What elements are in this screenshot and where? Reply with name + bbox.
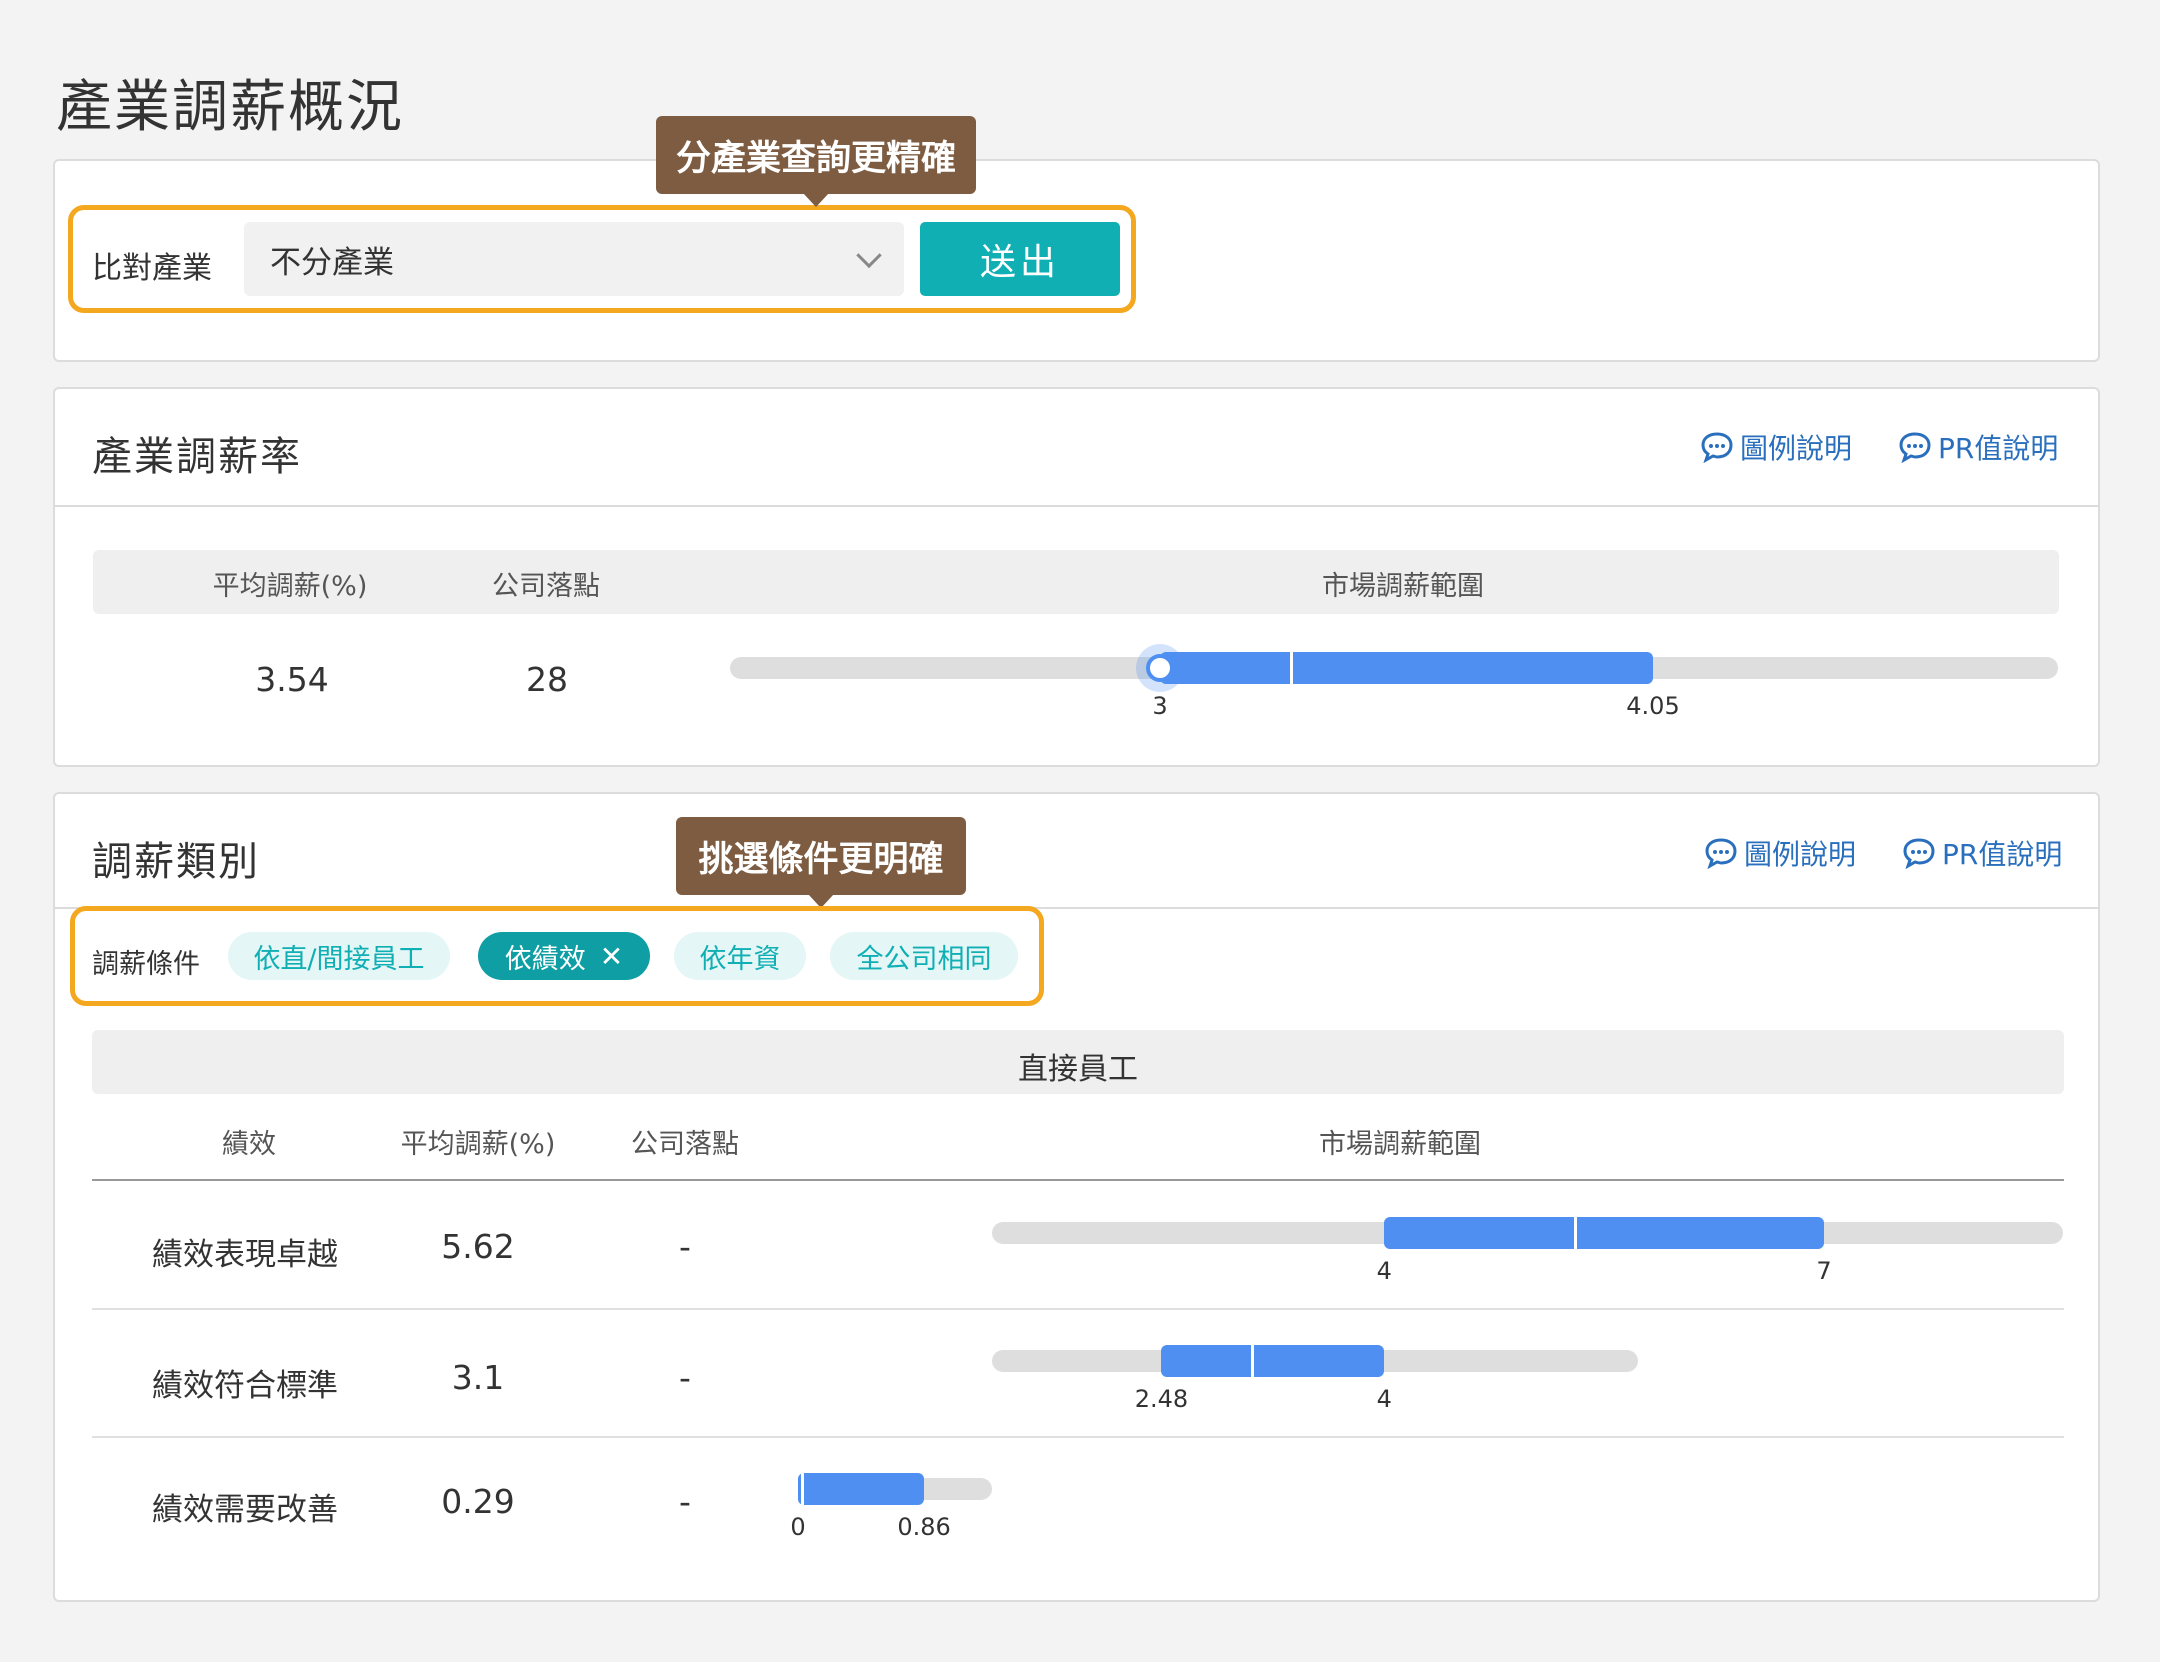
header-company-point-2: 公司落點 [631,1129,739,1160]
industry-range-median [1290,652,1294,684]
row-label-improve: 績效需要改善 [152,1492,338,1528]
pr-link-label: PR值說明 [1942,838,2063,871]
chat-bubble-icon [1701,432,1733,463]
chip-company-same[interactable]: 全公司相同 [830,932,1018,980]
chat-bubble-icon [1903,838,1935,869]
chip-seniority[interactable]: 依年資 [674,932,806,980]
row-range-excellent [1384,1217,1824,1249]
row-low-label-improve: 0 [790,1513,806,1541]
legend-link-2[interactable]: 圖例說明 [1704,833,1856,873]
conditions-tooltip: 挑選條件更明確 [676,817,966,908]
row-company-excellent: - [679,1227,691,1266]
chat-bubble-icon [1899,432,1931,463]
industry-select[interactable]: 不分產業 [244,222,904,296]
submit-button[interactable]: 送出 [920,222,1120,296]
row-low-label-excellent: 4 [1376,1257,1392,1285]
pr-link-label: PR值說明 [1938,432,2059,465]
header-performance: 績效 [222,1129,276,1160]
table-header-divider [92,1179,2064,1181]
row-high-label-improve: 0.86 [897,1513,951,1541]
chevron-down-icon [856,242,882,269]
row-avg-standard: 3.1 [451,1358,505,1397]
header-avg-2: 平均調薪(%) [400,1129,556,1160]
chip-performance-label: 依績效 [504,943,586,975]
row-median-improve [801,1473,805,1505]
row-company-improve: - [679,1482,691,1521]
pr-link[interactable]: PR值說明 [1898,427,2058,467]
header-company-point: 公司落點 [492,571,600,602]
row-median-excellent [1573,1217,1577,1249]
row-high-label-excellent: 7 [1816,1257,1832,1285]
conditions-label: 調薪條件 [92,949,200,980]
row-range-standard [1161,1345,1385,1377]
chat-bubble-icon [1705,838,1737,869]
industry-tooltip: 分產業查詢更精確 [656,116,976,207]
header-market-range-2: 市場調薪範圍 [1319,1129,1481,1160]
industry-range-low-label: 3 [1152,692,1168,720]
raise-category-title: 調薪類別 [92,839,260,885]
row-avg-improve: 0.29 [441,1482,515,1521]
row-range-improve [798,1473,925,1505]
row-label-excellent: 績效表現卓越 [152,1237,338,1273]
industry-select-value: 不分產業 [270,244,394,281]
card-header-divider [55,505,2098,507]
legend-link-label: 圖例說明 [1740,432,1853,465]
legend-link-label: 圖例說明 [1744,838,1857,871]
row-label-standard: 績效符合標準 [152,1368,338,1404]
row-divider [92,1436,2064,1438]
company-marker[interactable] [1146,654,1174,682]
industry-company-point-value: 28 [526,660,568,699]
row-avg-excellent: 5.62 [441,1227,515,1266]
row-company-standard: - [679,1358,691,1397]
group-title: 直接員工 [1018,1052,1138,1087]
row-divider [92,1308,2064,1310]
compare-industry-label: 比對產業 [92,251,212,286]
pr-link-2[interactable]: PR值說明 [1902,833,2062,873]
chip-performance[interactable]: 依績效 ✕ [478,932,650,980]
legend-link[interactable]: 圖例說明 [1700,427,1852,467]
row-median-standard [1251,1345,1255,1377]
industry-rate-title: 產業調薪率 [92,434,302,480]
page-title: 產業調薪概況 [56,75,404,140]
row-low-label-standard: 2.48 [1134,1385,1189,1413]
close-icon[interactable]: ✕ [600,940,623,973]
industry-range-high-label: 4.05 [1626,692,1680,720]
header-avg: 平均調薪(%) [212,571,368,602]
industry-avg-value: 3.54 [255,660,329,699]
header-market-range: 市場調薪範圍 [1322,571,1484,602]
industry-range-bar [1160,652,1653,684]
row-high-label-standard: 4 [1376,1385,1392,1413]
chip-direct-indirect[interactable]: 依直/間接員工 [228,932,450,980]
